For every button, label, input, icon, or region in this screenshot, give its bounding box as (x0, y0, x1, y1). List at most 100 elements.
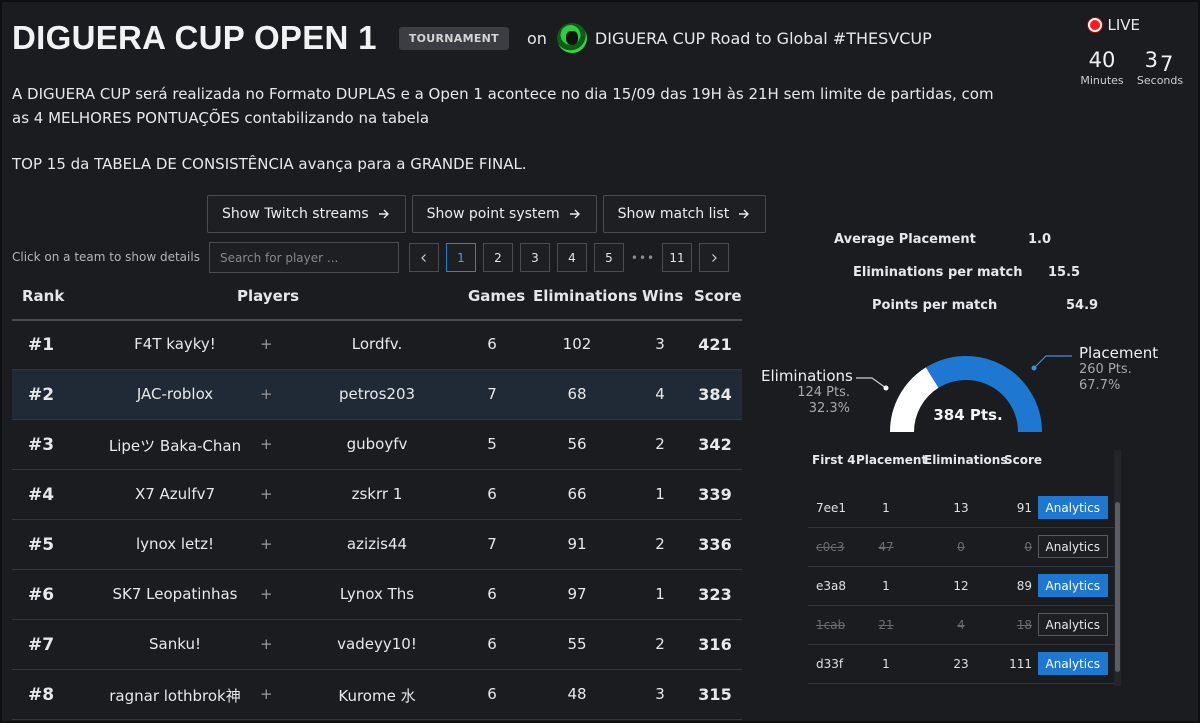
player-search-input[interactable] (209, 242, 399, 273)
row-wins: 2 (655, 435, 665, 453)
match-score: 111 (1009, 657, 1032, 671)
match-row: 7ee1 1 13 91 Analytics (808, 489, 1114, 528)
match-score: 89 (1016, 579, 1032, 593)
gauge-place-values: 260 Pts. 67.7% (1079, 362, 1132, 394)
timer-minutes: 40 Minutes (1078, 48, 1126, 87)
page-5-button[interactable]: 5 (594, 243, 624, 272)
seconds-digit-second: 7 (1160, 52, 1176, 76)
match-placement: 1 (882, 579, 890, 593)
page-11-button[interactable]: 11 (662, 243, 692, 272)
row-wins: 1 (655, 485, 665, 503)
row-rank: #7 (28, 635, 55, 655)
match-id: c0c3 (816, 540, 845, 554)
row-score: 323 (698, 585, 732, 604)
analytics-button[interactable]: Analytics (1037, 652, 1108, 675)
row-score: 342 (698, 435, 732, 454)
page-prev-button[interactable] (409, 243, 439, 272)
row-score: 384 (698, 385, 732, 404)
table-row[interactable]: #1 F4T kayky! + Lordfv. 6 102 3 421 (12, 320, 742, 370)
match-header-first: First 4 (812, 453, 856, 467)
live-label: LIVE (1107, 16, 1140, 34)
match-id: 1cab (816, 618, 846, 632)
row-wins: 3 (655, 685, 665, 703)
match-header-placement: Placement (856, 453, 928, 467)
row-eliminations: 68 (567, 385, 587, 403)
header-score: Score (694, 287, 742, 305)
leaderboard-rows: #1 F4T kayky! + Lordfv. 6 102 3 421 #2 J… (12, 320, 742, 720)
table-row-selected[interactable]: #2 JAC-roblox + petros203 7 68 4 384 (12, 370, 742, 420)
show-match-list-button[interactable]: Show match list (602, 195, 767, 233)
show-point-system-label: Show point system (426, 206, 560, 222)
match-id: e3a8 (816, 579, 847, 593)
match-header-score: Score (1004, 453, 1043, 467)
table-row[interactable]: #7 Sanku! + vadeyy10! 6 55 2 316 (12, 620, 742, 670)
match-placement: 1 (882, 501, 890, 515)
organizer-logo-icon[interactable] (556, 23, 587, 53)
match-row-discarded: 1cab 21 4 18 Analytics (808, 606, 1114, 645)
minutes-value: 40 (1088, 48, 1116, 72)
row-rank: #4 (28, 485, 55, 505)
match-eliminations: 12 (953, 579, 969, 593)
table-row[interactable]: #4 X7 Azulfv7 + zskrr 1 6 66 1 339 (12, 470, 742, 520)
tournament-description: A DIGUERA CUP será realizada no Formato … (12, 85, 994, 127)
on-label: on (526, 28, 547, 48)
tournament-qualification: TOP 15 da TABELA DE CONSISTÊNCIA avança … (12, 155, 527, 173)
match-eliminations: 23 (953, 657, 969, 671)
table-row[interactable]: #5 lynox letz! + azizis44 7 91 2 336 (12, 520, 742, 570)
row-games: 6 (487, 585, 497, 603)
row-score: 339 (698, 485, 732, 504)
arrow-right-icon (739, 209, 750, 219)
elim-per-match-value: 15.5 (1048, 265, 1081, 280)
row-rank: #3 (28, 435, 55, 455)
match-scrollbar-thumb[interactable] (1115, 502, 1120, 672)
header-games: Games (468, 287, 526, 305)
analytics-button[interactable]: Analytics (1037, 535, 1108, 558)
match-placement: 47 (878, 540, 894, 554)
header-eliminations: Eliminations (533, 287, 638, 305)
match-eliminations: 0 (957, 540, 965, 554)
page-next-button[interactable] (699, 243, 729, 272)
points-per-match-value: 54.9 (1066, 298, 1099, 313)
header-wins: Wins (642, 287, 684, 305)
row-player-2: Lynox Ths (339, 585, 415, 603)
row-player-2: vadeyy10! (337, 635, 417, 653)
row-player-2: petros203 (338, 385, 416, 403)
tournament-badge: TOURNAMENT (398, 26, 509, 50)
show-twitch-streams-button[interactable]: Show Twitch streams (207, 195, 406, 233)
action-buttons: Show Twitch streams Show point system Sh… (207, 195, 767, 233)
match-score: 0 (1024, 540, 1032, 554)
table-row[interactable]: #3 Lipeツ Baka-Chan + guboyfv 5 56 2 342 (12, 420, 742, 470)
arrow-right-icon (378, 209, 389, 219)
pagination: 1 2 3 4 5 ••• 11 (409, 243, 729, 272)
match-row-discarded: c0c3 47 0 0 Analytics (808, 528, 1114, 567)
seconds-value: 37 (1134, 48, 1186, 76)
match-row: d33f 1 23 111 Analytics (808, 645, 1114, 684)
row-score: 336 (698, 535, 732, 554)
analytics-button[interactable]: Analytics (1037, 574, 1108, 597)
analytics-button[interactable]: Analytics (1037, 613, 1108, 636)
row-wins: 2 (655, 635, 665, 653)
page-4-button[interactable]: 4 (557, 243, 587, 272)
analytics-button[interactable]: Analytics (1037, 496, 1108, 519)
show-point-system-button[interactable]: Show point system (411, 195, 597, 233)
plus-icon: + (260, 485, 273, 503)
row-wins: 1 (655, 585, 665, 603)
row-rank: #6 (28, 585, 55, 605)
table-row[interactable]: #8 ragnar lothbrok神 + Kurome 水 6 48 3 31… (12, 670, 742, 720)
page-2-button[interactable]: 2 (483, 243, 513, 272)
tournament-header: DIGUERA CUP OPEN 1 TOURNAMENT on DIGUERA… (12, 18, 932, 58)
show-match-list-label: Show match list (617, 206, 730, 222)
row-wins: 3 (655, 335, 665, 353)
plus-icon: + (260, 585, 273, 603)
row-games: 5 (487, 435, 497, 453)
avg-placement-value: 1.0 (1028, 232, 1052, 247)
page-1-button[interactable]: 1 (446, 243, 476, 272)
row-player-1: Lipeツ Baka-Chan (108, 437, 242, 455)
match-header-eliminations: Eliminations (924, 453, 1008, 467)
table-hint: Click on a team to show details (12, 250, 200, 264)
table-row[interactable]: #6 SK7 Leopatinhas + Lynox Ths 6 97 1 32… (12, 570, 742, 620)
page-3-button[interactable]: 3 (520, 243, 550, 272)
plus-icon: + (260, 335, 273, 353)
organizer-link[interactable]: DIGUERA CUP Road to Global #THESVCUP (595, 29, 932, 48)
timer-seconds: 37 Seconds (1134, 48, 1186, 87)
